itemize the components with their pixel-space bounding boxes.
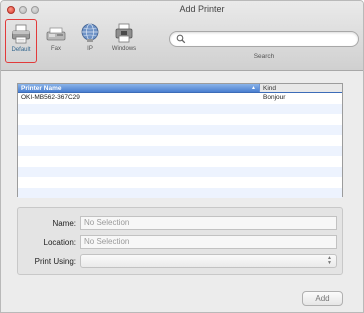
search-area: Search	[169, 31, 359, 60]
tool-windows-label: Windows	[111, 46, 137, 52]
tool-fax[interactable]: Fax	[39, 19, 73, 63]
tool-fax-label: Fax	[50, 46, 61, 52]
name-label: Name:	[52, 218, 76, 228]
column-header-kind[interactable]: Kind	[260, 84, 342, 92]
name-row: Name: No Selection	[18, 216, 337, 230]
empty-row	[18, 187, 342, 198]
empty-row	[18, 124, 342, 135]
search-input[interactable]	[188, 33, 352, 45]
tool-windows[interactable]: Windows	[107, 19, 141, 63]
search-field[interactable]	[169, 31, 359, 47]
search-label: Search	[253, 53, 275, 60]
empty-row	[18, 166, 342, 177]
print-using-label: Print Using:	[34, 256, 76, 266]
add-printer-window: Add Printer Default Fax IP Windows Searc…	[0, 0, 364, 313]
tool-default[interactable]: Default	[5, 19, 37, 63]
add-button[interactable]: Add	[302, 291, 343, 306]
tool-ip-label: IP	[87, 46, 93, 52]
windows-printer-icon	[115, 23, 133, 43]
globe-icon	[81, 23, 99, 42]
sort-ascending-icon: ▲	[251, 85, 256, 91]
printer-kind-cell: Bonjour	[263, 94, 286, 101]
empty-row	[18, 177, 342, 188]
list-header: Printer Name ▲ Kind	[18, 84, 342, 93]
empty-row	[18, 135, 342, 146]
empty-row	[18, 156, 342, 167]
updown-arrows-icon: ▲ ▼	[327, 255, 332, 266]
window-title: Add Printer	[179, 4, 225, 14]
printer-type-toolbar: Default Fax IP Windows	[5, 19, 141, 63]
fax-icon	[46, 27, 66, 41]
printer-name-cell: OKI-MB562-367C29	[21, 94, 80, 101]
empty-row	[18, 114, 342, 125]
search-icon	[176, 34, 186, 44]
location-label: Location:	[43, 237, 76, 247]
tool-default-label: Default	[11, 47, 31, 53]
print-using-row: Print Using: ▲ ▼	[18, 254, 337, 268]
printer-list[interactable]: Printer Name ▲ Kind OKI-MB562-367C29 Bon…	[17, 83, 343, 198]
empty-row	[18, 145, 342, 156]
tool-ip[interactable]: IP	[73, 19, 107, 63]
column-header-printer-name-label: Printer Name	[21, 85, 62, 92]
printer-icon	[12, 24, 30, 44]
table-row[interactable]: OKI-MB562-367C29 Bonjour	[18, 93, 342, 104]
location-field[interactable]: No Selection	[80, 235, 337, 249]
column-header-printer-name[interactable]: Printer Name ▲	[18, 84, 260, 92]
location-row: Location: No Selection	[18, 235, 337, 249]
printer-details-form: Name: No Selection Location: No Selectio…	[17, 207, 343, 275]
titlebar: Add Printer Default Fax IP Windows Searc…	[1, 1, 363, 71]
print-using-select[interactable]: ▲ ▼	[80, 254, 337, 268]
name-field[interactable]: No Selection	[80, 216, 337, 230]
list-rows: OKI-MB562-367C29 Bonjour	[18, 93, 342, 198]
empty-row	[18, 103, 342, 114]
